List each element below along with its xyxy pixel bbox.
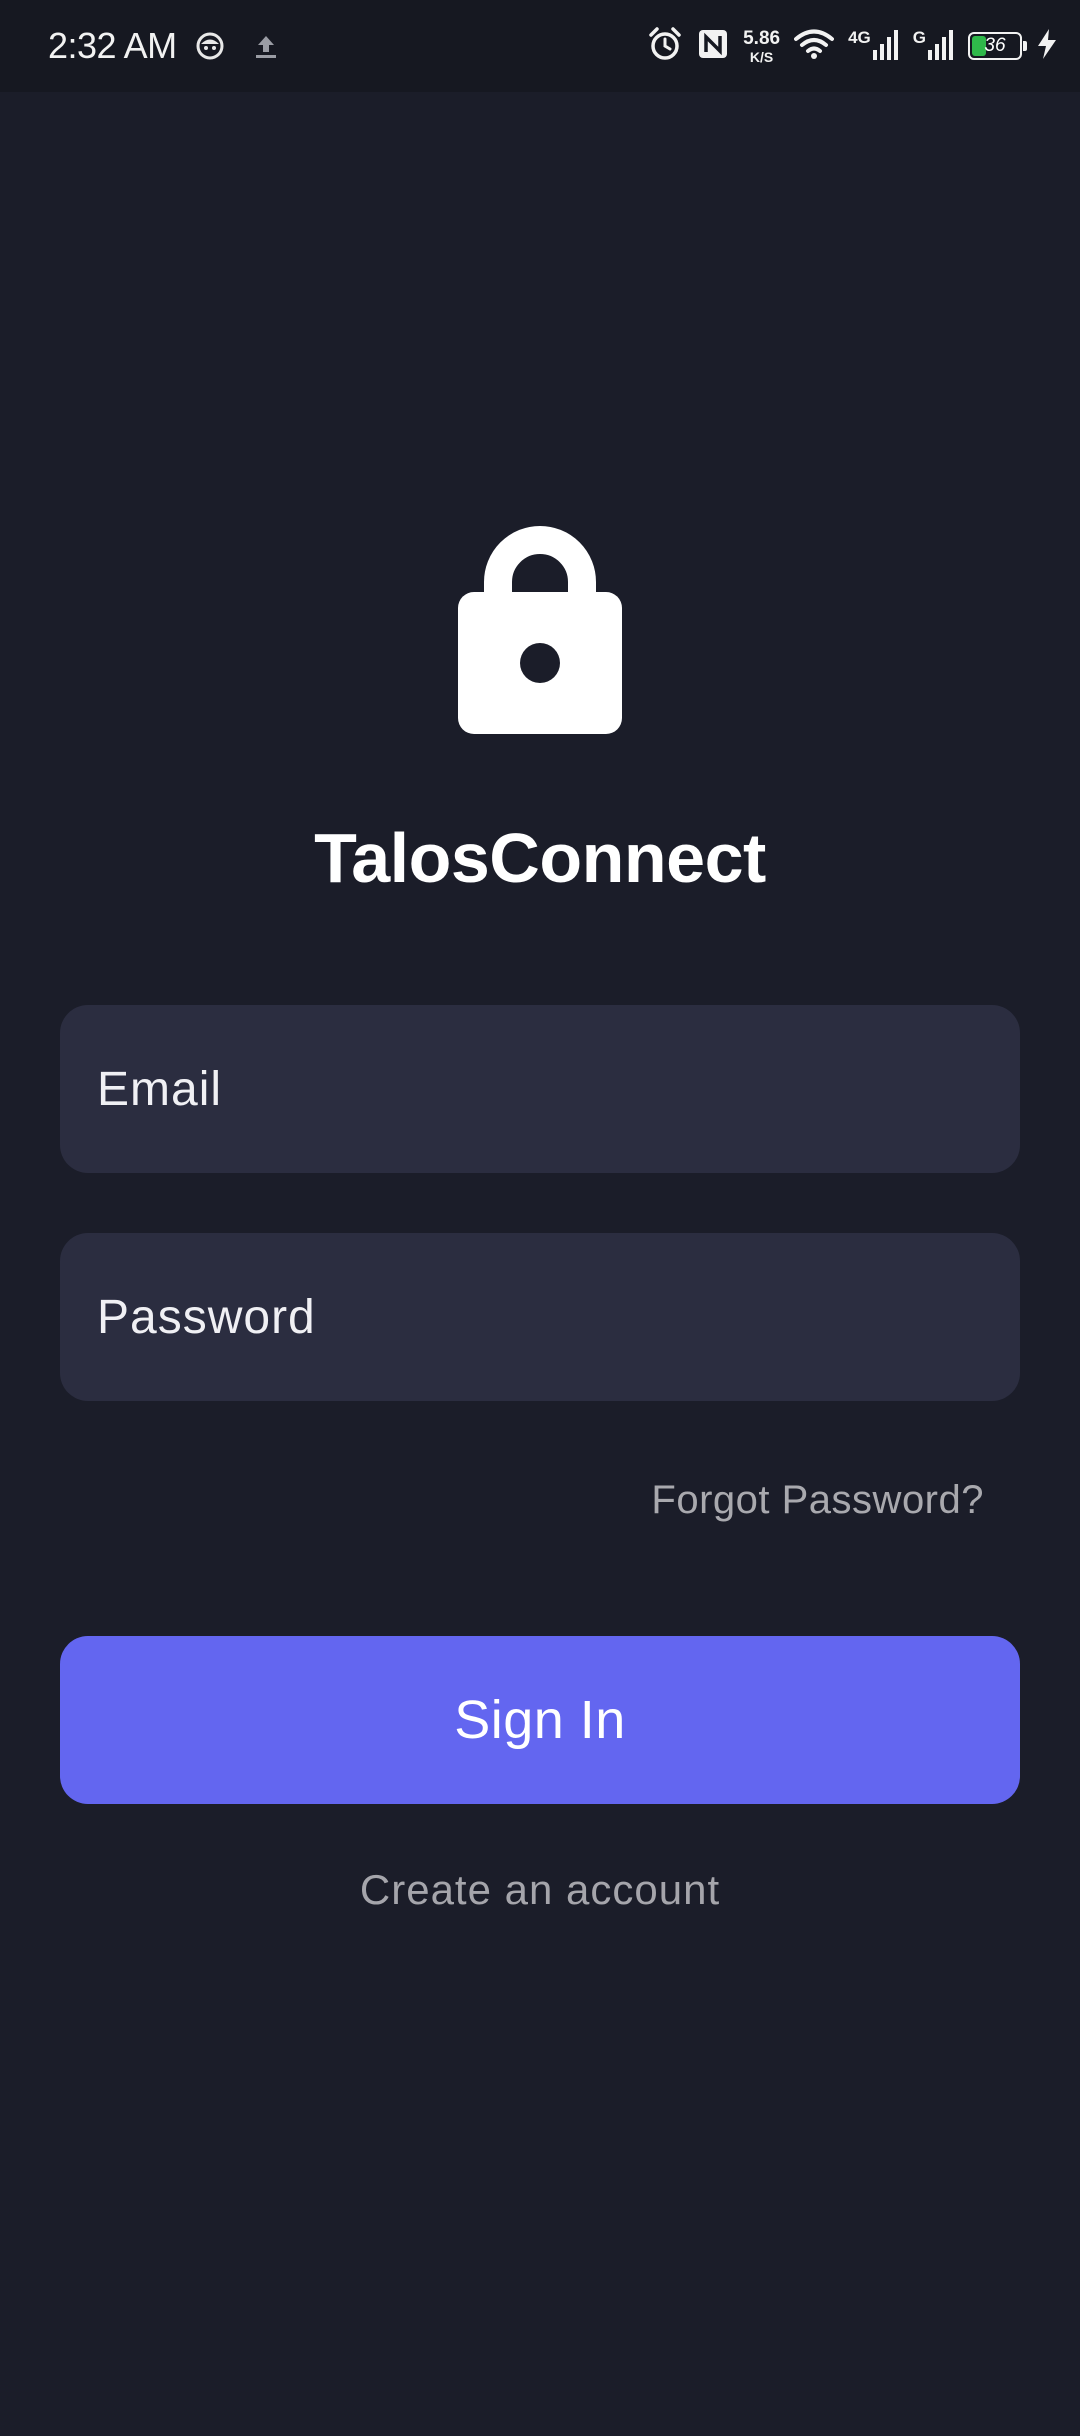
signal-icon xyxy=(928,28,954,65)
network-speed: 5.86 K/S xyxy=(743,29,780,64)
wifi-icon xyxy=(794,28,835,65)
create-account-link[interactable]: Create an account xyxy=(0,1866,1080,1914)
sign-in-label: Sign In xyxy=(454,1690,626,1750)
password-placeholder: Password xyxy=(97,1290,316,1344)
charging-bolt-icon xyxy=(1036,28,1058,65)
email-field[interactable]: Email xyxy=(60,1005,1020,1173)
status-bar-left: 2:32 AM xyxy=(48,0,279,92)
battery-nub xyxy=(1023,41,1027,51)
status-bar: 2:32 AM 5.86 K/S 4G G 36 xyxy=(0,0,1080,92)
nfc-icon xyxy=(697,28,729,65)
notification-face-icon xyxy=(195,31,225,61)
sign-in-button[interactable]: Sign In xyxy=(60,1636,1020,1804)
forgot-password-link[interactable]: Forgot Password? xyxy=(651,1478,984,1523)
network-4g-label: 4G xyxy=(848,27,871,47)
status-time: 2:32 AM xyxy=(48,25,177,66)
alarm-icon xyxy=(647,26,683,67)
email-placeholder: Email xyxy=(97,1062,223,1116)
signal-4g: 4G xyxy=(848,28,899,65)
battery-icon: 36 xyxy=(968,32,1027,60)
network-g-label: G xyxy=(912,27,926,47)
upload-icon xyxy=(253,32,279,60)
signal-icon xyxy=(872,28,899,65)
app-title: TalosConnect xyxy=(314,819,766,897)
battery-percent: 36 xyxy=(984,35,1006,56)
network-speed-value: 5.86 xyxy=(743,27,781,49)
network-speed-unit: K/S xyxy=(749,48,774,65)
lock-icon xyxy=(458,520,622,734)
status-bar-right: 5.86 K/S 4G G 36 xyxy=(647,0,1058,92)
signal-g: G xyxy=(913,28,954,65)
password-field[interactable]: Password xyxy=(60,1233,1020,1401)
